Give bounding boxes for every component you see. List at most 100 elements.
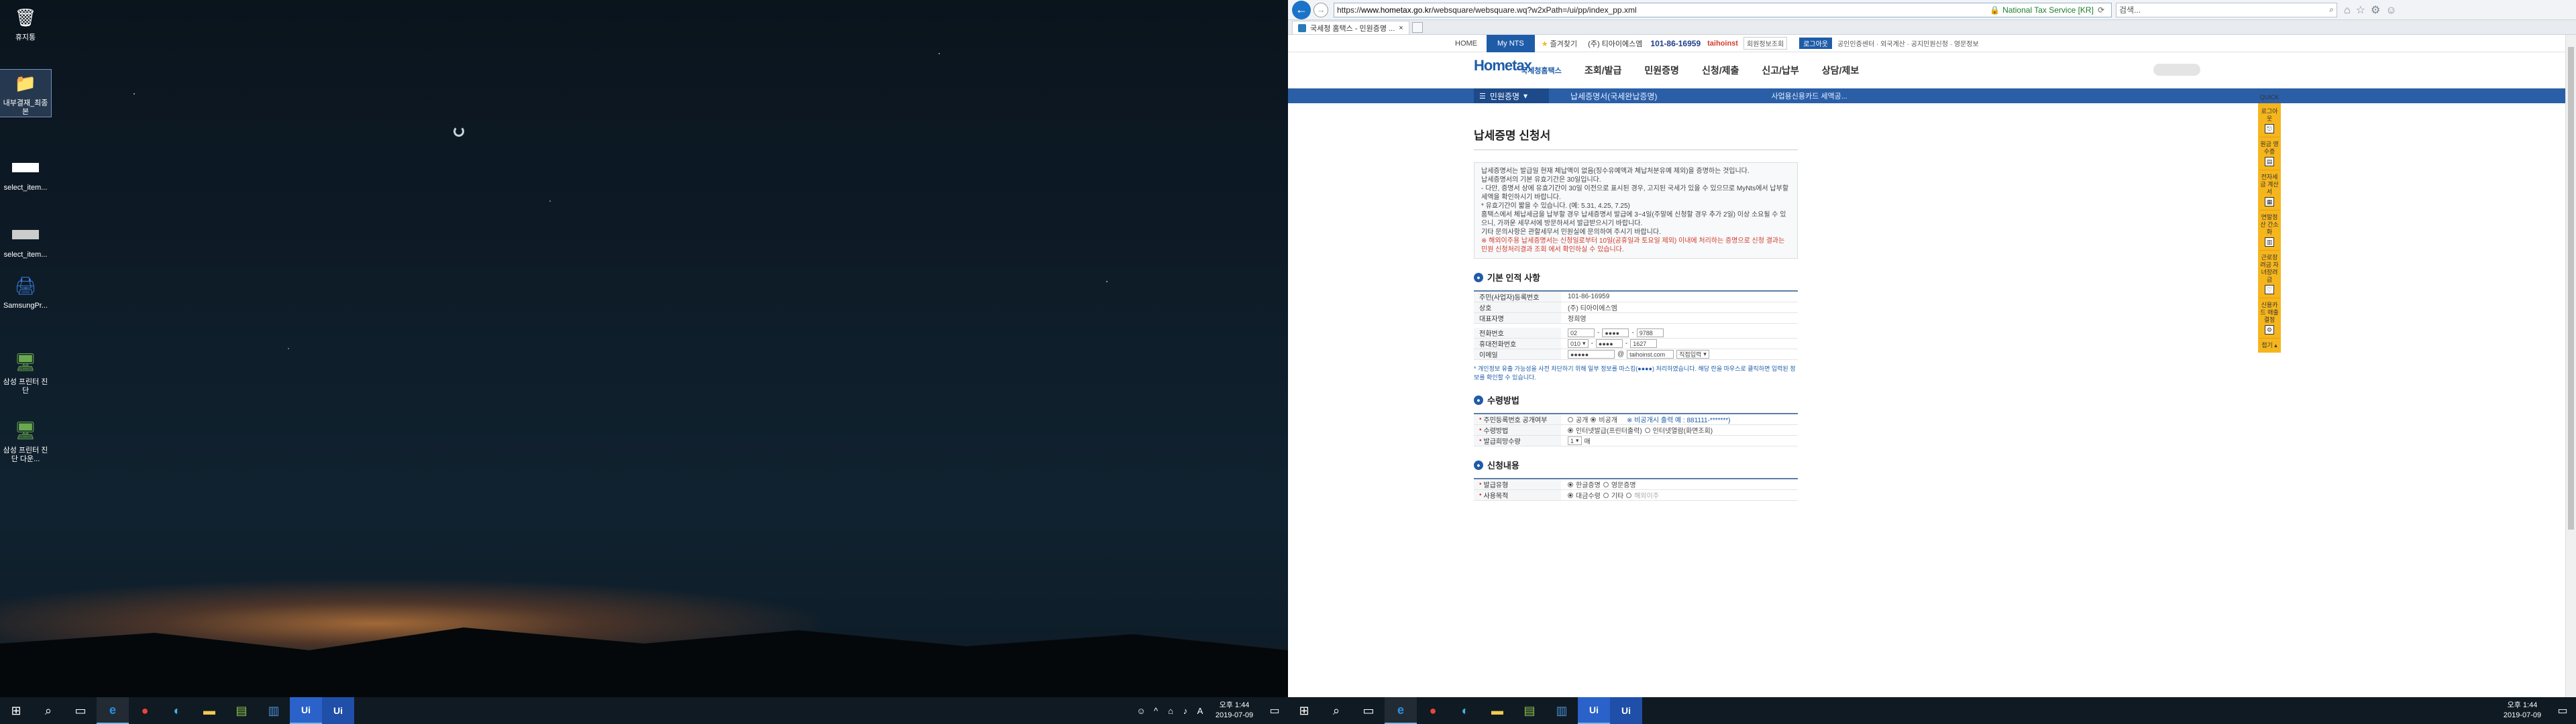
home-icon[interactable]: ⌂ <box>2344 5 2356 16</box>
desktop-icon-folder[interactable]: 📁 내부결재_최종본 <box>0 69 52 117</box>
disclose-radio-public[interactable] <box>1568 416 1573 422</box>
explorer-taskbar-icon[interactable]: ▬ <box>193 697 225 724</box>
desktop-icon-printer-diag-download[interactable]: 🖥 삼성 프린터 진단 다운... <box>0 417 51 464</box>
search-input[interactable]: 검색... ⌕ <box>2116 2 2337 17</box>
uipath-taskbar-icon-2[interactable]: Ui <box>1610 697 1642 724</box>
purpose-radio-other[interactable] <box>1603 492 1609 498</box>
page-scrollbar[interactable] <box>2565 35 2576 697</box>
purpose-radio-payment[interactable] <box>1568 492 1573 498</box>
close-icon[interactable]: × <box>1399 24 1403 32</box>
cert-label[interactable]: National Tax Service [KR] <box>2002 5 2094 15</box>
home-link[interactable]: HOME <box>1446 40 1487 48</box>
receive-radio-view[interactable] <box>1644 427 1650 433</box>
member-info-button[interactable]: 회원정보조회 <box>1743 37 1788 50</box>
edge-taskbar-icon[interactable]: ◐ <box>1449 697 1481 724</box>
clock[interactable]: 오후 1:44 2019-07-09 <box>1208 701 1261 721</box>
utility-links[interactable]: 공인인증센터 · 외국계산 · 공지민원신청 · 영문정보 <box>1837 38 1979 48</box>
quick-item[interactable]: 신용카드 매출결정 ⚙ <box>2259 298 2279 339</box>
purpose-radio-emigration[interactable] <box>1626 492 1632 498</box>
refresh-icon[interactable]: ⟳ <box>2098 5 2108 15</box>
chrome-taskbar-icon[interactable]: ● <box>1417 697 1449 724</box>
star-icon[interactable]: ☆ <box>2356 5 2371 16</box>
file-taskbar-icon[interactable]: ▤ <box>225 697 258 724</box>
quick-item[interactable]: 근로장려금 자녀장려금 ♡ <box>2259 251 2279 298</box>
volume-icon[interactable]: ♪ <box>1178 706 1193 716</box>
menu-lookup[interactable]: 조회/발급 <box>1585 64 1621 77</box>
favorites-link[interactable]: ★ 즐겨찾기 <box>1542 38 1577 49</box>
ie-taskbar-icon[interactable]: e <box>97 697 129 724</box>
forward-icon[interactable]: → <box>1313 2 1328 17</box>
phone-field-2[interactable]: ●●●● <box>1602 328 1629 337</box>
logout-button[interactable]: 로그아웃 <box>1799 38 1832 49</box>
mobile-prefix-select[interactable]: 010 ▾ <box>1568 339 1589 348</box>
chevron-up-icon[interactable]: ^ <box>1148 706 1163 716</box>
mobile-field-3[interactable]: 1627 <box>1630 339 1658 348</box>
lock-icon[interactable]: 🔒 <box>1990 5 2000 15</box>
menu-consult[interactable]: 상담/제보 <box>1822 64 1859 77</box>
explorer-taskbar-icon[interactable]: ▬ <box>1481 697 1513 724</box>
desktop-icon-samsung[interactable]: 🖨 SamsungPr... <box>0 272 51 310</box>
related-menu[interactable]: 사업용신용카드 세액공... <box>1771 90 1847 101</box>
ie-taskbar-icon[interactable]: e <box>1385 697 1417 724</box>
search-icon[interactable]: ⌕ <box>32 697 64 724</box>
current-menu[interactable]: ☰ 민원증명 ▾ <box>1474 88 1549 103</box>
task-view-icon[interactable]: ▭ <box>64 697 97 724</box>
start-button[interactable]: ⊞ <box>0 697 32 724</box>
ime-icon[interactable]: A <box>1193 706 1208 716</box>
search-icon[interactable]: ⌕ <box>2329 5 2334 15</box>
chrome-taskbar-icon[interactable]: ● <box>129 697 161 724</box>
gear-icon[interactable]: ⚙ <box>2371 5 2385 16</box>
word-taskbar-icon[interactable]: ▥ <box>1546 697 1578 724</box>
receive-radio-print[interactable] <box>1568 427 1573 433</box>
type-radio-korean[interactable] <box>1568 481 1573 487</box>
word-taskbar-icon[interactable]: ▥ <box>258 697 290 724</box>
quick-item[interactable]: 로그아웃 ⎋ <box>2259 105 2279 137</box>
phone-field-1[interactable]: 02 <box>1568 328 1595 337</box>
breadcrumb[interactable]: 납세증명서(국세완납증명) <box>1570 90 1657 102</box>
back-icon[interactable]: ← <box>1292 0 1311 19</box>
smiley-icon[interactable]: ☺ <box>2385 5 2402 16</box>
desktop-icon-select-item-1[interactable]: select_item... <box>0 154 51 192</box>
file-taskbar-icon[interactable]: ▤ <box>1513 697 1546 724</box>
tab-hometax[interactable]: 국세청 홈택스 - 민원증명 ... × <box>1292 21 1409 34</box>
desktop-icon-select-item-2[interactable]: select_item... <box>0 221 51 259</box>
mobile-field-2[interactable]: ●●●● <box>1595 339 1623 348</box>
task-view-icon[interactable]: ▭ <box>1352 697 1385 724</box>
table-row: 상호 (주) 티아이에스엠 <box>1474 302 1798 313</box>
start-button[interactable]: ⊞ <box>1288 697 1320 724</box>
edge-taskbar-icon[interactable]: ◐ <box>161 697 193 724</box>
phone-field-3[interactable]: 9788 <box>1636 328 1664 337</box>
disclose-radio-private[interactable] <box>1591 416 1597 422</box>
notification-icon[interactable]: ▭ <box>2549 704 2576 717</box>
people-icon[interactable]: ☺ <box>1134 706 1148 716</box>
desktop-icon-printer-diag[interactable]: 🖥 삼성 프린터 진단 <box>0 349 51 396</box>
menu-report[interactable]: 신고/납부 <box>1762 64 1799 77</box>
samsung-icon: 🖨 <box>14 275 37 296</box>
search-icon[interactable]: ⌕ <box>1320 697 1352 724</box>
menu-certificate[interactable]: 민원증명 <box>1644 64 1679 77</box>
quick-item[interactable]: 연말정산 간소화 ▥ <box>2259 210 2279 251</box>
email-domain-select[interactable]: 직접입력 ▾ <box>1676 350 1709 359</box>
chevron-down-icon: ▾ <box>1576 437 1579 444</box>
mynts-link[interactable]: My NTS <box>1487 35 1535 52</box>
email-domain-field[interactable]: taihoinst.com <box>1627 350 1674 359</box>
menu-apply[interactable]: 신청/제출 <box>1702 64 1739 77</box>
clock[interactable]: 오후 1:44 2019-07-09 <box>2496 701 2549 721</box>
scroll-thumb[interactable] <box>2568 47 2574 530</box>
count-select[interactable]: 1 ▾ <box>1568 436 1582 445</box>
quick-item[interactable]: 원금 영수증 ▤ <box>2259 137 2279 170</box>
quick-close-button[interactable]: 접기 ▴ <box>2259 339 2279 351</box>
address-bar[interactable]: https://www.hometax.go.kr/websquare/webs… <box>1334 2 2112 17</box>
new-tab-button[interactable] <box>1411 22 1423 33</box>
site-search-input[interactable] <box>2153 64 2200 76</box>
desktop-icon-recycle-bin[interactable]: 🗑 휴지통 <box>0 4 51 42</box>
uipath-taskbar-icon-2[interactable]: Ui <box>322 697 354 724</box>
quick-item[interactable]: 전자세금 계산서 ▦ <box>2259 170 2279 210</box>
hometax-logo[interactable]: Hometax 국세청홈택스 <box>1474 57 1562 84</box>
uipath-taskbar-icon[interactable]: Ui <box>1578 697 1610 724</box>
type-radio-english[interactable] <box>1603 481 1609 487</box>
notification-icon[interactable]: ▭ <box>1261 704 1288 717</box>
uipath-taskbar-icon[interactable]: Ui <box>290 697 322 724</box>
network-icon[interactable]: ⌂ <box>1163 706 1178 716</box>
email-id-field[interactable]: ●●●●● <box>1568 350 1615 359</box>
